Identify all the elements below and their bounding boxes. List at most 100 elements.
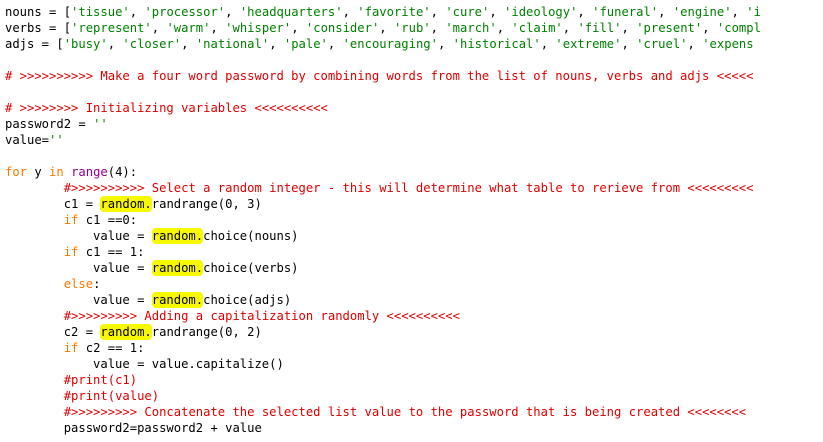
code-line: #print(value) xyxy=(5,388,823,404)
code-token: , xyxy=(225,5,240,19)
code-token: , xyxy=(327,37,343,51)
code-line: verbs = ['represent', 'warm', 'whisper',… xyxy=(5,20,823,36)
code-editor[interactable]: nouns = ['tissue', 'processor', 'headqua… xyxy=(0,0,823,442)
code-token: password2=password2 + value xyxy=(5,421,262,435)
string-token: 'cruel' xyxy=(636,37,688,51)
string-token: 'ideology' xyxy=(504,5,578,19)
string-token: 'favorite' xyxy=(357,5,431,19)
string-token: 'rub' xyxy=(393,21,431,35)
string-token: 'closer' xyxy=(122,37,182,51)
code-line: password2 = '' xyxy=(5,116,823,132)
code-token: value = xyxy=(5,293,152,307)
code-line: c2 = random.randrange(0, 2) xyxy=(5,324,823,340)
string-token: '' xyxy=(49,133,64,147)
code-line: #print(c1) xyxy=(5,372,823,388)
code-token: , xyxy=(687,37,703,51)
code-line: #>>>>>>>>>> Select a random integer - th… xyxy=(5,180,823,196)
code-line: value = random.choice(adjs) xyxy=(5,292,823,308)
keyword-token: for xyxy=(5,165,28,179)
code-line: #>>>>>>>>> Concatenate the selected list… xyxy=(5,404,823,420)
code-token: value= xyxy=(5,133,50,147)
code-line: # >>>>>>>>>> Make a four word password b… xyxy=(5,68,823,84)
string-token: 'historical' xyxy=(452,37,541,51)
comment-token: #>>>>>>>>> Concatenate the selected list… xyxy=(63,405,747,419)
string-token: 'busy' xyxy=(63,37,108,51)
code-token: password2 = xyxy=(5,117,94,131)
code-line: value = random.choice(verbs) xyxy=(5,260,823,276)
code-line: #>>>>>>>>> Adding a capitalization rando… xyxy=(5,308,823,324)
string-token: 'engine' xyxy=(672,5,732,19)
highlighted-token: random. xyxy=(100,196,152,212)
keyword-token: if xyxy=(63,245,79,259)
string-token: 'encouraging' xyxy=(342,37,438,51)
code-line: c1 = random.randrange(0, 3) xyxy=(5,196,823,212)
code-token: y xyxy=(27,165,50,179)
comment-token: # >>>>>>>>>> Make a four word password b… xyxy=(5,69,754,83)
code-token: value = xyxy=(5,261,152,275)
string-token: 'present' xyxy=(636,21,703,35)
code-token: c1 = xyxy=(5,197,101,211)
string-token: 'represent' xyxy=(71,21,152,35)
keyword-token: in xyxy=(49,165,64,179)
code-token: , xyxy=(437,37,453,51)
code-token: , xyxy=(731,5,747,19)
code-token: , xyxy=(107,37,123,51)
code-token: , xyxy=(702,21,717,35)
code-token: c2 = xyxy=(5,325,101,339)
keyword-token: else xyxy=(63,277,94,291)
code-token: choice(adjs) xyxy=(203,293,292,307)
code-token: , xyxy=(210,21,226,35)
string-token: '' xyxy=(93,117,108,131)
code-token: , xyxy=(658,5,673,19)
code-token: , xyxy=(540,37,556,51)
code-line: value = value.capitalize() xyxy=(5,356,823,372)
code-token: nouns = [ xyxy=(5,5,72,19)
keyword-token: if xyxy=(63,341,79,355)
code-line: ​ xyxy=(5,52,823,68)
string-token: 'march' xyxy=(445,21,497,35)
code-token: , xyxy=(379,21,394,35)
code-line: # >>>>>>>> Initializing variables <<<<<<… xyxy=(5,100,823,116)
highlighted-token: random. xyxy=(151,260,204,276)
string-token: 'claim' xyxy=(511,21,563,35)
code-token: , xyxy=(181,37,196,51)
code-token: , xyxy=(496,21,512,35)
code-token: value = xyxy=(5,229,152,243)
code-token: c2 == 1: xyxy=(78,341,145,355)
code-token: (4): xyxy=(107,165,138,179)
code-token: , xyxy=(430,21,446,35)
code-token: verbs = [ xyxy=(5,21,72,35)
keyword-token: if xyxy=(63,213,79,227)
code-line: for y in range(4): xyxy=(5,164,823,180)
string-token: 'processor' xyxy=(144,5,226,19)
string-token: 'warm' xyxy=(166,21,211,35)
code-token: , xyxy=(151,21,167,35)
code-token: value = value.capitalize() xyxy=(5,357,284,371)
string-token: 'compl xyxy=(716,21,761,35)
code-token: randrange(0, 2) xyxy=(151,325,262,339)
code-token: randrange(0, 3) xyxy=(151,197,262,211)
highlighted-token: random. xyxy=(100,324,152,340)
comment-token: #>>>>>>>>>> Select a random integer - th… xyxy=(63,181,754,195)
string-token: 'national' xyxy=(195,37,270,51)
code-token: , xyxy=(291,21,306,35)
string-token: 'whisper' xyxy=(225,21,292,35)
comment-token: #print(value) xyxy=(63,389,160,403)
string-token: 'pale' xyxy=(283,37,328,51)
code-line: if c2 == 1: xyxy=(5,340,823,356)
code-line: ​ xyxy=(5,148,823,164)
code-line: nouns = ['tissue', 'processor', 'headqua… xyxy=(5,4,823,20)
highlighted-token: random. xyxy=(151,292,204,308)
string-token: 'tissue' xyxy=(71,5,130,19)
code-line: adjs = ['busy', 'closer', 'national', 'p… xyxy=(5,36,823,52)
string-token: 'consider' xyxy=(305,21,380,35)
code-token: choice(verbs) xyxy=(203,261,299,275)
highlighted-token: random. xyxy=(151,228,204,244)
